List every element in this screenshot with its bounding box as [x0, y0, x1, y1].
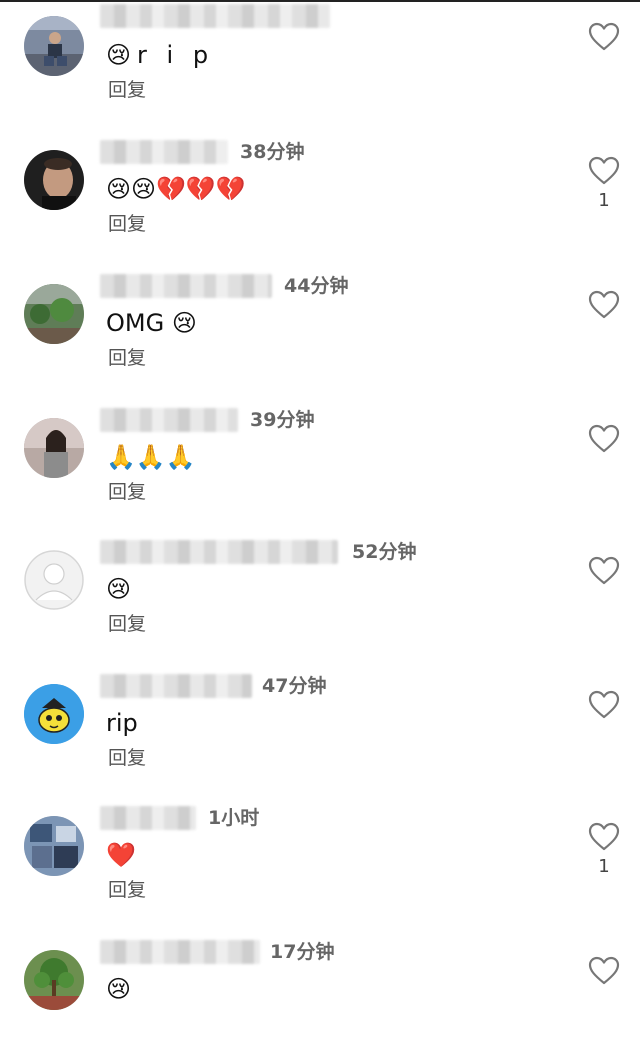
- heart-outline-icon: [588, 156, 620, 185]
- heart-outline-icon: [588, 556, 620, 585]
- like-button[interactable]: [588, 956, 620, 986]
- like-button[interactable]: [588, 424, 620, 454]
- like-count: 1: [598, 190, 610, 211]
- comment-time: 38分钟: [240, 141, 305, 163]
- reply-button[interactable]: 回复: [108, 346, 146, 370]
- user-avatar[interactable]: [24, 418, 84, 478]
- like-button[interactable]: [588, 156, 620, 186]
- like-button[interactable]: [588, 822, 620, 852]
- reply-button[interactable]: 回复: [108, 480, 146, 504]
- comment-text: 😢: [106, 575, 132, 603]
- comment-item: 17分钟 😢: [0, 936, 640, 1046]
- like-button[interactable]: [588, 556, 620, 586]
- heart-outline-icon: [588, 424, 620, 453]
- heart-outline-icon: [588, 690, 620, 719]
- user-avatar[interactable]: [24, 284, 84, 344]
- user-avatar[interactable]: [24, 816, 84, 876]
- comment-text: 😢😢💔💔💔: [106, 175, 246, 203]
- comment-text: ❤️: [106, 841, 136, 869]
- user-avatar[interactable]: [24, 16, 84, 76]
- comment-text: OMG 😢: [106, 309, 197, 337]
- heart-outline-icon: [588, 822, 620, 851]
- comment-text: 🙏🙏🙏: [106, 443, 196, 471]
- comment-text: 😢r i p: [106, 41, 215, 69]
- user-avatar[interactable]: [24, 550, 84, 610]
- comment-text: 😢: [106, 975, 132, 1003]
- username-blurred[interactable]: [100, 140, 228, 164]
- comment-time: 47分钟: [262, 675, 327, 697]
- username-blurred[interactable]: [100, 540, 338, 564]
- reply-button[interactable]: 回复: [108, 612, 146, 636]
- reply-button[interactable]: 回复: [108, 746, 146, 770]
- comment-text: rip: [106, 709, 138, 737]
- username-blurred[interactable]: [100, 674, 252, 698]
- comment-item: 47分钟 rip 回复: [0, 670, 640, 780]
- comment-item: 38分钟 😢😢💔💔💔 回复 1: [0, 134, 640, 244]
- heart-outline-icon: [588, 290, 620, 319]
- username-blurred[interactable]: [100, 274, 272, 298]
- comment-item: 52分钟 😢 回复: [0, 536, 640, 646]
- like-button[interactable]: [588, 690, 620, 720]
- comment-time: 1小时: [208, 807, 260, 829]
- reply-button[interactable]: 回复: [108, 78, 146, 102]
- like-count: 1: [598, 856, 610, 877]
- comment-time: 52分钟: [352, 541, 417, 563]
- like-button[interactable]: [588, 290, 620, 320]
- reply-button[interactable]: 回复: [108, 878, 146, 902]
- reply-button[interactable]: 回复: [108, 212, 146, 236]
- comment-time: 39分钟: [250, 409, 315, 431]
- comment-item: 😢r i p 回复: [0, 0, 640, 110]
- comment-item: 39分钟 🙏🙏🙏 回复: [0, 402, 640, 512]
- comment-item: 44分钟 OMG 😢 回复: [0, 268, 640, 378]
- heart-outline-icon: [588, 956, 620, 985]
- user-avatar[interactable]: [24, 150, 84, 210]
- username-blurred[interactable]: [100, 4, 330, 28]
- username-blurred[interactable]: [100, 408, 238, 432]
- heart-outline-icon: [588, 22, 620, 51]
- comment-time: 17分钟: [270, 941, 335, 963]
- username-blurred[interactable]: [100, 940, 260, 964]
- username-blurred[interactable]: [100, 806, 196, 830]
- comment-item: 1小时 ❤️ 回复 1: [0, 802, 640, 912]
- user-avatar[interactable]: [24, 950, 84, 1010]
- comment-time: 44分钟: [284, 275, 349, 297]
- like-button[interactable]: [588, 22, 620, 52]
- user-avatar[interactable]: [24, 684, 84, 744]
